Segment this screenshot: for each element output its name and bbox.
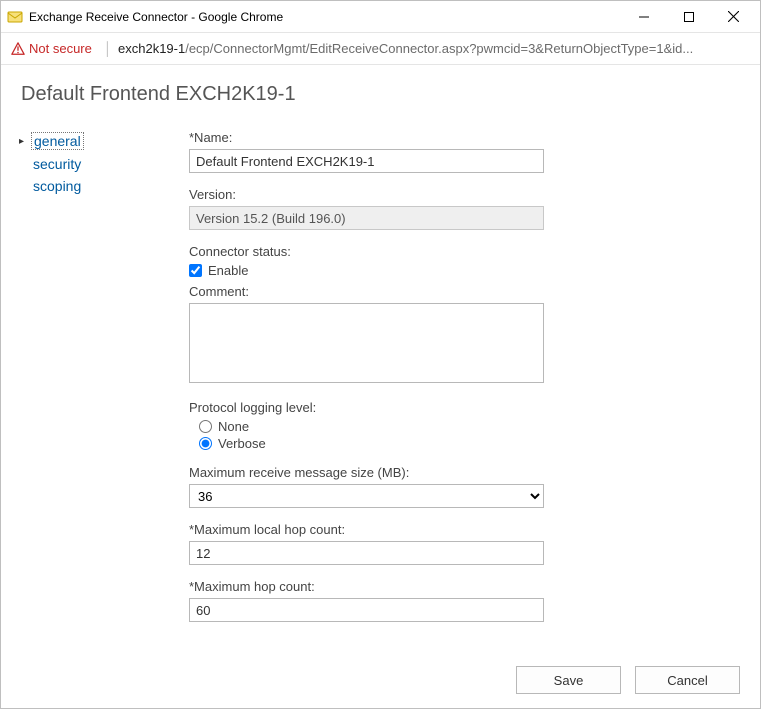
version-field: Version: xyxy=(189,187,740,230)
address-bar: Not secure │ exch2k19-1/ecp/ConnectorMgm… xyxy=(1,33,760,65)
name-input[interactable] xyxy=(189,149,544,173)
app-icon xyxy=(7,9,23,25)
enable-label: Enable xyxy=(208,263,248,278)
max-recv-select[interactable]: 36 xyxy=(189,484,544,508)
version-label: Version: xyxy=(189,187,740,202)
logging-label: Protocol logging level: xyxy=(189,400,740,415)
logging-none-row: None xyxy=(199,419,740,434)
warning-icon xyxy=(11,42,25,56)
form-panel: *Name: Version: Connector status: Enable… xyxy=(189,130,740,660)
side-nav: ▸ general ▸ security ▸ scoping xyxy=(19,130,189,660)
logging-verbose-radio[interactable] xyxy=(199,437,212,450)
nav-item-security[interactable]: security xyxy=(31,156,83,172)
not-secure-badge[interactable]: Not secure xyxy=(11,41,92,56)
max-local-hop-label: *Maximum local hop count: xyxy=(189,522,740,537)
logging-verbose-label: Verbose xyxy=(218,436,266,451)
logging-verbose-row: Verbose xyxy=(199,436,740,451)
max-local-hop-field: *Maximum local hop count: xyxy=(189,522,740,565)
version-input xyxy=(189,206,544,230)
max-hop-field: *Maximum hop count: xyxy=(189,579,740,622)
status-label: Connector status: xyxy=(189,244,740,259)
window-title: Exchange Receive Connector - Google Chro… xyxy=(29,10,621,24)
nav-item-general-row: ▸ general xyxy=(19,132,189,150)
comment-input[interactable] xyxy=(189,303,544,383)
max-hop-input[interactable] xyxy=(189,598,544,622)
nav-item-security-row: ▸ security xyxy=(19,156,189,172)
logging-group: None Verbose xyxy=(189,419,740,451)
maximize-button[interactable] xyxy=(666,2,711,32)
title-bar: Exchange Receive Connector - Google Chro… xyxy=(1,1,760,33)
url-host: exch2k19-1 xyxy=(118,41,185,56)
nav-arrow-icon: ▸ xyxy=(19,136,29,147)
nav-item-scoping[interactable]: scoping xyxy=(31,178,83,194)
enable-row: Enable xyxy=(189,263,740,278)
cancel-button[interactable]: Cancel xyxy=(635,666,740,694)
status-field: Connector status: Enable xyxy=(189,244,740,278)
max-local-hop-input[interactable] xyxy=(189,541,544,565)
nav-item-general[interactable]: general xyxy=(31,132,84,150)
max-recv-label: Maximum receive message size (MB): xyxy=(189,465,740,480)
window-frame: Exchange Receive Connector - Google Chro… xyxy=(0,0,761,709)
url-text[interactable]: exch2k19-1/ecp/ConnectorMgmt/EditReceive… xyxy=(118,41,750,56)
logging-none-label: None xyxy=(218,419,249,434)
footer-buttons: Save Cancel xyxy=(19,660,740,694)
name-label: *Name: xyxy=(189,130,740,145)
close-button[interactable] xyxy=(711,2,756,32)
max-hop-label: *Maximum hop count: xyxy=(189,579,740,594)
max-recv-field: Maximum receive message size (MB): 36 xyxy=(189,465,740,508)
comment-label: Comment: xyxy=(189,284,740,299)
content-area: Default Frontend EXCH2K19-1 ▸ general ▸ … xyxy=(1,65,760,708)
save-button[interactable]: Save xyxy=(516,666,621,694)
page-title: Default Frontend EXCH2K19-1 xyxy=(21,83,740,106)
comment-field: Comment: xyxy=(189,284,740,386)
name-field: *Name: xyxy=(189,130,740,173)
not-secure-label: Not secure xyxy=(29,41,92,56)
minimize-button[interactable] xyxy=(621,2,666,32)
logging-field: Protocol logging level: None Verbose xyxy=(189,400,740,451)
nav-item-scoping-row: ▸ scoping xyxy=(19,178,189,194)
logging-none-radio[interactable] xyxy=(199,420,212,433)
url-path: /ecp/ConnectorMgmt/EditReceiveConnector.… xyxy=(185,41,693,56)
body-panel: ▸ general ▸ security ▸ scoping *Name: xyxy=(19,130,740,660)
address-separator: │ xyxy=(104,41,112,56)
enable-checkbox[interactable] xyxy=(189,264,202,277)
